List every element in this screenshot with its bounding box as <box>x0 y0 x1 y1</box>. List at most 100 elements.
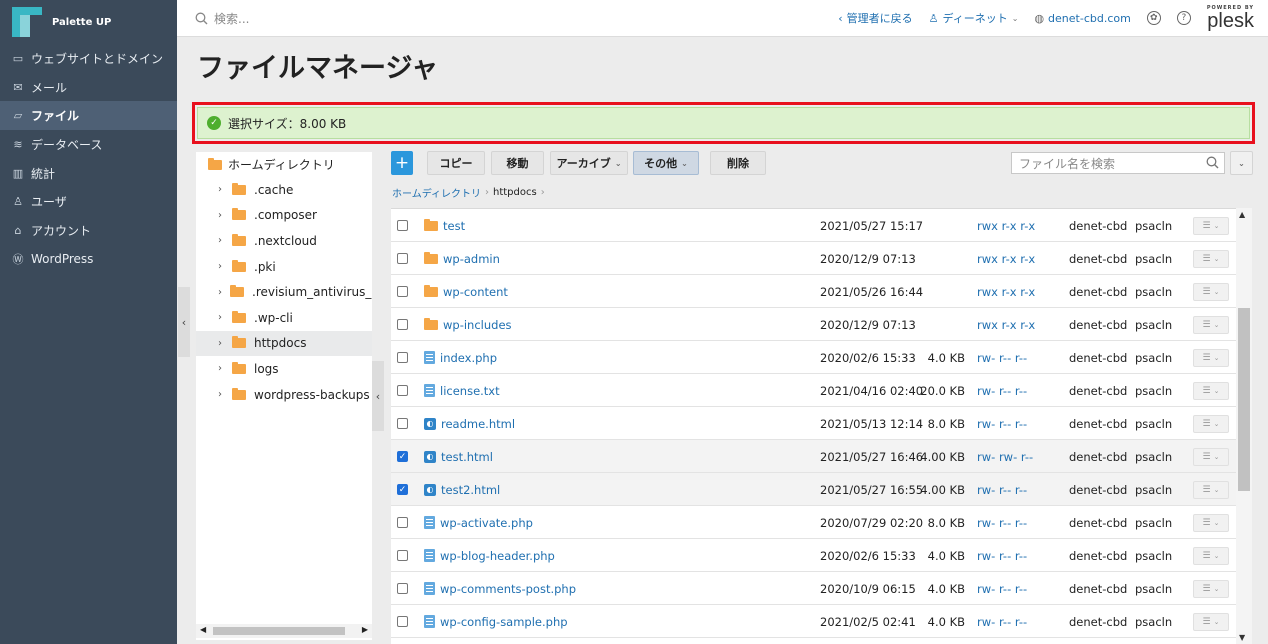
file-row[interactable]: wp-config-sample.php 2021/02/5 02:41 4.0 K… <box>391 605 1236 638</box>
file-row[interactable]: wp-includes 2020/12/9 07:13 rwx r-x r-x den… <box>391 308 1236 341</box>
file-permissions-link[interactable]: rwx r-x r-x <box>977 209 1035 242</box>
other-button[interactable]: その他 ⌄ <box>633 151 699 175</box>
file-permissions-link[interactable]: rwx r-x r-x <box>977 308 1035 341</box>
file-name-link[interactable]: wp-comments-post.php <box>424 572 576 605</box>
file-permissions-link[interactable]: rwx r-x r-x <box>977 242 1035 275</box>
file-name-link[interactable]: index.php <box>424 341 497 374</box>
chevron-right-icon[interactable]: › <box>218 287 222 298</box>
scroll-left-icon[interactable]: ◀ <box>200 625 206 634</box>
tree-item[interactable]: › .wp-cli <box>196 305 372 331</box>
row-checkbox[interactable] <box>397 374 408 407</box>
tree-item[interactable]: › .pki <box>196 254 372 280</box>
copy-button[interactable]: コピー <box>427 151 485 175</box>
file-permissions-link[interactable]: rw- r-- r-- <box>977 407 1027 440</box>
file-name-link[interactable]: wp-config-sample.php <box>424 605 568 638</box>
scroll-up-icon[interactable]: ▲ <box>1239 210 1245 219</box>
delete-button[interactable]: 削除 <box>710 151 766 175</box>
tree-item[interactable]: › .cache <box>196 177 372 203</box>
file-permissions-link[interactable]: rw- r-- r-- <box>977 341 1027 374</box>
file-row[interactable]: wp-comments-post.php 2020/10/9 06:15 4.0 K… <box>391 572 1236 605</box>
chevron-right-icon[interactable]: › <box>218 184 224 195</box>
file-permissions-link[interactable]: rw- rw- r-- <box>977 440 1033 473</box>
sidebar-item-2[interactable]: ▱ ファイル <box>0 101 177 131</box>
row-menu-button[interactable]: ☰ ⌄ <box>1193 316 1229 334</box>
chevron-right-icon[interactable]: › <box>218 261 224 272</box>
file-row[interactable]: ✓ ◐ test.html 2021/05/27 16:46 4.00 KB rw- rw… <box>391 440 1236 473</box>
file-row[interactable]: ✓ ◐ test2.html 2021/05/27 16:55 4.00 KB rw- r… <box>391 473 1236 506</box>
file-permissions-link[interactable]: rwx r-x r-x <box>977 275 1035 308</box>
file-row[interactable]: wp-blog-header.php 2020/02/6 15:33 4.0 KB r… <box>391 539 1236 572</box>
file-row[interactable]: license.txt 2021/04/16 02:40 20.0 KB rw- r-… <box>391 374 1236 407</box>
row-menu-button[interactable]: ☰ ⌄ <box>1193 250 1229 268</box>
chevron-right-icon[interactable]: › <box>218 389 224 400</box>
row-checkbox[interactable]: ✓ <box>397 473 408 506</box>
row-checkbox[interactable] <box>397 341 408 374</box>
file-permissions-link[interactable]: rw- r-- r-- <box>977 506 1027 539</box>
checkbox-box[interactable] <box>397 550 408 561</box>
row-menu-button[interactable]: ☰ ⌄ <box>1193 382 1229 400</box>
file-row[interactable]: ◐ readme.html 2021/05/13 12:14 8.0 KB rw- r-… <box>391 407 1236 440</box>
extensions-icon[interactable]: ✿ <box>1146 11 1161 25</box>
user-menu[interactable]: ♙ ディーネット ⌄ <box>929 10 1019 26</box>
sidebar-item-1[interactable]: ✉ メール <box>0 73 177 102</box>
checkbox-box[interactable] <box>397 352 408 363</box>
row-checkbox[interactable] <box>397 209 408 242</box>
row-menu-button[interactable]: ☰ ⌄ <box>1193 415 1229 433</box>
sidebar-item-7[interactable]: Ⓦ WordPress <box>0 245 177 274</box>
checkbox-box[interactable] <box>397 583 408 594</box>
row-menu-button[interactable]: ☰ ⌄ <box>1193 481 1229 499</box>
file-permissions-link[interactable]: rw- r-- r-- <box>977 539 1027 572</box>
row-checkbox[interactable] <box>397 242 408 275</box>
tree-item[interactable]: › .revisium_antivirus_cache <box>196 279 372 305</box>
tree-collapse-button[interactable]: ‹ <box>372 361 384 431</box>
checkbox-box[interactable] <box>397 319 408 330</box>
add-button[interactable]: + <box>391 151 413 175</box>
row-menu-button[interactable]: ☰ ⌄ <box>1193 349 1229 367</box>
domain-selector[interactable]: ◍ denet-cbd.com <box>1034 12 1130 25</box>
chevron-right-icon[interactable]: › <box>218 210 224 221</box>
file-name-link[interactable]: license.txt <box>424 374 500 407</box>
checkbox-box[interactable] <box>397 418 408 429</box>
row-checkbox[interactable] <box>397 605 408 638</box>
row-checkbox[interactable] <box>397 506 408 539</box>
checkbox-box[interactable] <box>397 286 408 297</box>
file-permissions-link[interactable]: rw- r-- r-- <box>977 374 1027 407</box>
brand[interactable]: Palette UP <box>0 0 177 44</box>
checkbox-box[interactable] <box>397 220 408 231</box>
breadcrumb-home[interactable]: ホームディレクトリ <box>392 185 481 200</box>
row-menu-button[interactable]: ☰ ⌄ <box>1193 448 1229 466</box>
breadcrumb-current[interactable]: httpdocs <box>493 187 537 198</box>
row-menu-button[interactable]: ☰ ⌄ <box>1193 514 1229 532</box>
checkbox-box[interactable]: ✓ <box>397 484 408 495</box>
sidebar-item-5[interactable]: ♙ ユーザ <box>0 187 177 216</box>
file-name-link[interactable]: wp-content <box>424 275 508 308</box>
row-checkbox[interactable] <box>397 308 408 341</box>
tree-item[interactable]: › wordpress-backups <box>196 382 372 408</box>
tree-item[interactable]: › .nextcloud <box>196 228 372 254</box>
chevron-right-icon[interactable]: › <box>218 363 224 374</box>
chevron-right-icon[interactable]: › <box>218 235 224 246</box>
scroll-down-icon[interactable]: ▼ <box>1239 633 1245 642</box>
tree-item[interactable]: › .composer <box>196 203 372 229</box>
row-menu-button[interactable]: ☰ ⌄ <box>1193 217 1229 235</box>
file-name-link[interactable]: ◐ test.html <box>424 440 493 473</box>
file-row[interactable]: test 2021/05/27 15:17 rwx r-x r-x denet-cbd… <box>391 209 1236 242</box>
file-permissions-link[interactable]: rw- r-- r-- <box>977 572 1027 605</box>
row-menu-button[interactable]: ☰ ⌄ <box>1193 547 1229 565</box>
tree-horizontal-scrollbar[interactable]: ◀ ▶ <box>196 624 372 638</box>
file-name-link[interactable]: wp-admin <box>424 242 500 275</box>
checkbox-box[interactable] <box>397 517 408 528</box>
file-name-link[interactable]: ◐ test2.html <box>424 473 500 506</box>
row-menu-button[interactable]: ☰ ⌄ <box>1193 283 1229 301</box>
file-name-link[interactable]: wp-blog-header.php <box>424 539 555 572</box>
file-permissions-link[interactable]: rw- r-- r-- <box>977 605 1027 638</box>
tree-root[interactable]: ホームディレクトリ <box>208 156 335 173</box>
tree-item[interactable]: › logs <box>196 356 372 382</box>
file-row[interactable]: wp-admin 2020/12/9 07:13 rwx r-x r-x denet-… <box>391 242 1236 275</box>
row-checkbox[interactable] <box>397 407 408 440</box>
file-name-link[interactable]: wp-activate.php <box>424 506 533 539</box>
file-row[interactable]: index.php 2020/02/6 15:33 4.0 KB rw- r-- r-… <box>391 341 1236 374</box>
back-to-admin-link[interactable]: ‹ 管理者に戻る <box>838 10 912 26</box>
file-list-scrollbar[interactable]: ▲ ▼ <box>1236 208 1252 644</box>
sidebar-item-0[interactable]: ▭ ウェブサイトとドメイン <box>0 44 177 73</box>
